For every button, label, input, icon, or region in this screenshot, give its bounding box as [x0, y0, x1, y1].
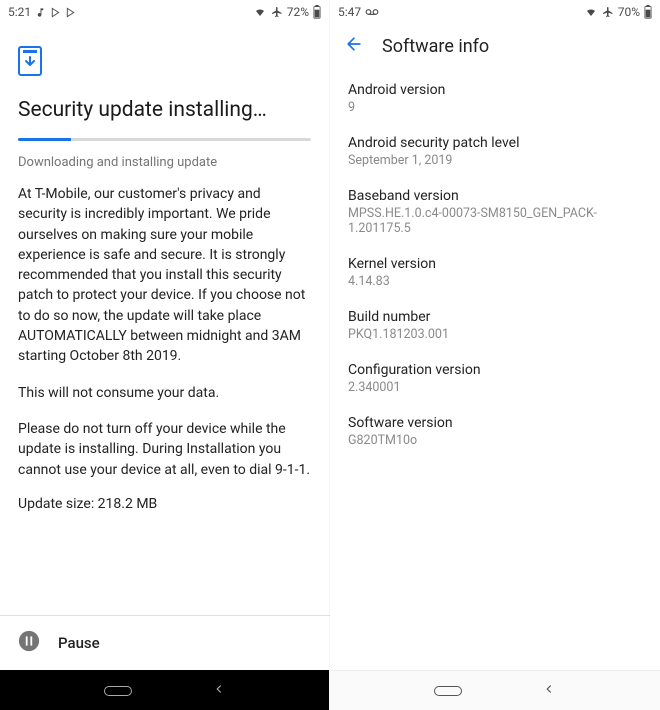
info-item-config-version[interactable]: Configuration version 2.340001	[330, 352, 660, 405]
wifi-icon	[253, 6, 267, 18]
nav-home-button[interactable]	[434, 686, 462, 696]
pause-button[interactable]: Pause	[0, 616, 329, 670]
nav-back-button[interactable]	[212, 681, 226, 700]
progress-fill	[18, 138, 71, 141]
status-battery-pct: 72%	[287, 5, 309, 19]
info-item-android-version[interactable]: Android version 9	[330, 72, 660, 125]
nav-home-button[interactable]	[104, 686, 132, 696]
info-item-baseband[interactable]: Baseband version MPSS.HE.1.0.c4-00073-SM…	[330, 178, 660, 246]
phone-update-screen: 5:21 72%	[0, 0, 330, 710]
info-label: Android security patch level	[348, 135, 642, 151]
pause-icon	[18, 630, 40, 656]
update-description-1: At T-Mobile, our customer's privacy and …	[18, 184, 311, 367]
battery-icon	[313, 5, 321, 19]
music-note-icon	[35, 7, 46, 18]
info-label: Kernel version	[348, 256, 642, 272]
update-description-2: This will not consume your data.	[18, 383, 311, 403]
update-description-3: Please do not turn off your device while…	[18, 419, 311, 480]
phone-software-info-screen: 5:47 70% Software info Android version	[330, 0, 660, 710]
info-value: 9	[348, 100, 642, 115]
info-label: Android version	[348, 82, 642, 98]
status-battery-pct: 70%	[618, 5, 640, 19]
info-label: Configuration version	[348, 362, 642, 378]
info-value: G820TM10o	[348, 433, 642, 448]
info-value: 2.340001	[348, 380, 642, 395]
info-item-software-version[interactable]: Software version G820TM10o	[330, 405, 660, 458]
info-item-security-patch[interactable]: Android security patch level September 1…	[330, 125, 660, 178]
status-time: 5:47	[338, 5, 361, 19]
voicemail-icon	[365, 7, 379, 17]
app-bar: Software info	[330, 24, 660, 64]
pause-label: Pause	[58, 634, 100, 652]
navigation-bar	[330, 670, 660, 710]
appbar-title: Software info	[382, 36, 489, 57]
wifi-icon	[584, 6, 598, 18]
progress-bar	[18, 138, 311, 141]
play-store-icon	[50, 7, 61, 18]
info-item-build-number[interactable]: Build number PKQ1.181203.001	[330, 299, 660, 352]
back-button[interactable]	[344, 34, 364, 58]
info-item-kernel[interactable]: Kernel version 4.14.83	[330, 246, 660, 299]
navigation-bar	[0, 670, 329, 710]
battery-icon	[644, 5, 652, 19]
update-content: Security update installing… Downloading …	[0, 24, 329, 597]
info-label: Build number	[348, 309, 642, 325]
info-value: September 1, 2019	[348, 153, 642, 168]
status-bar: 5:47 70%	[330, 0, 660, 24]
software-info-list: Android version 9 Android security patch…	[330, 64, 660, 466]
page-title: Security update installing…	[18, 98, 311, 122]
info-value: PKQ1.181203.001	[348, 327, 642, 342]
airplane-icon	[271, 6, 283, 18]
airplane-icon	[602, 6, 614, 18]
info-value: 4.14.83	[348, 274, 642, 289]
download-status-text: Downloading and installing update	[18, 155, 311, 170]
update-size: Update size: 218.2 MB	[18, 496, 311, 512]
download-icon	[18, 46, 311, 80]
play-store-icon	[65, 7, 76, 18]
status-bar: 5:21 72%	[0, 0, 329, 24]
nav-back-button[interactable]	[542, 681, 556, 700]
info-label: Software version	[348, 415, 642, 431]
info-value: MPSS.HE.1.0.c4-00073-SM8150_GEN_PACK-1.2…	[348, 206, 642, 236]
info-label: Baseband version	[348, 188, 642, 204]
status-time: 5:21	[8, 5, 31, 19]
